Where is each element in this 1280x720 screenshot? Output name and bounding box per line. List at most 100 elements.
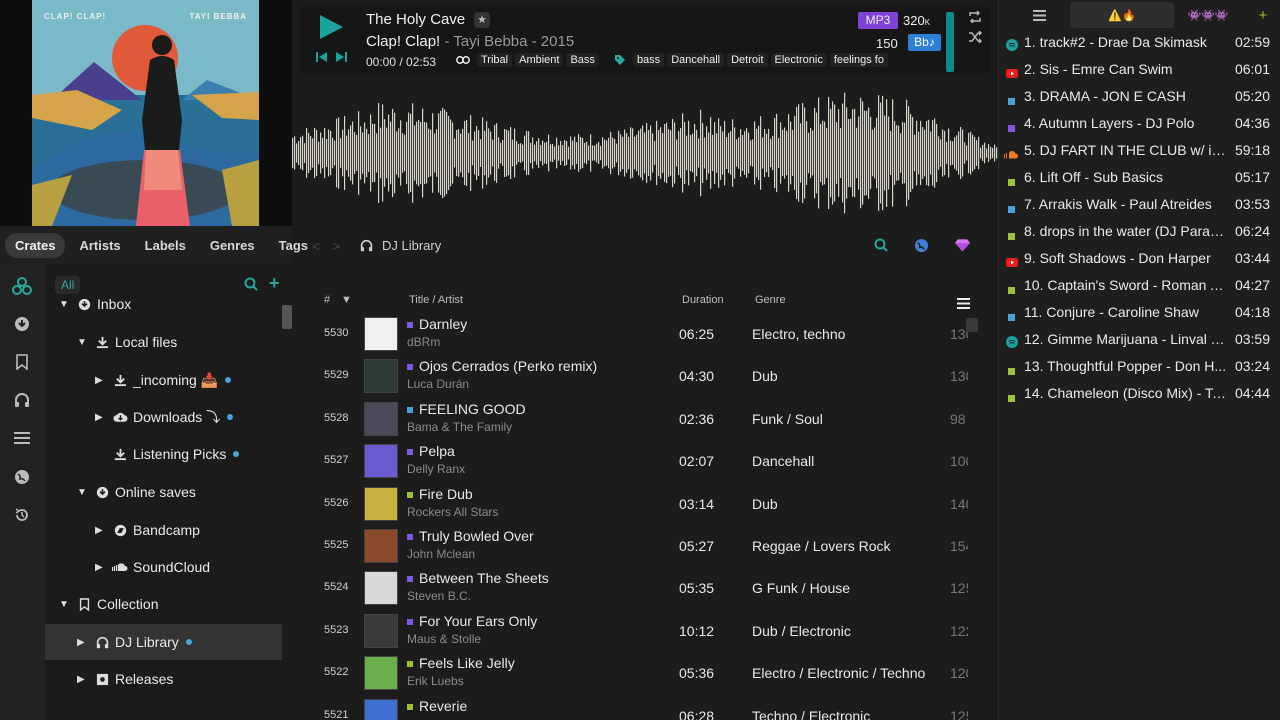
crates-icon[interactable]: [12, 276, 32, 296]
table-row[interactable]: 5527 Pelpa Delly Ranx 02:07 Dancehall 100: [292, 440, 978, 482]
table-row[interactable]: 5522 Feels Like Jelly Erik Luebs 05:36 Elect…: [292, 652, 978, 694]
queue-item[interactable]: 4. Autumn Layers - DJ Polo 04:36: [999, 110, 1280, 137]
caret-right-icon[interactable]: ▶: [95, 525, 105, 536]
queue-tab-aliens[interactable]: 👾👾👾: [1177, 2, 1239, 28]
inbox-rail-icon[interactable]: [12, 314, 32, 334]
queue-item[interactable]: 7. Arrakis Walk - Paul Atreides 03:53: [999, 191, 1280, 218]
library-scrollbar[interactable]: [966, 318, 978, 332]
table-row[interactable]: 5526 Fire Dub Rockers All Stars 03:14 Dub 140: [292, 483, 978, 525]
col-genre[interactable]: Genre: [755, 294, 786, 306]
add-queue-tab-button[interactable]: +: [1251, 2, 1275, 28]
tree-item-label: SoundCloud: [133, 559, 211, 575]
tree-item[interactable]: ▼ Inbox: [45, 286, 282, 322]
tree-item[interactable]: ▼ Collection: [45, 586, 282, 622]
history-rail-icon[interactable]: [12, 505, 32, 525]
queue-item[interactable]: 2. Sis - Emre Can Swim 06:01: [999, 56, 1280, 83]
tree-item[interactable]: ▼ Online saves: [45, 474, 282, 510]
table-row[interactable]: 5524 Between The Sheets Steven B.C. 05:35 G …: [292, 567, 978, 609]
tree-item[interactable]: Listening Picks: [45, 436, 282, 472]
shuffle-icon[interactable]: [968, 30, 982, 46]
track-number: 5529: [324, 369, 349, 382]
caret-right-icon[interactable]: ▶: [95, 562, 105, 573]
queue-item[interactable]: 1. track#2 - Drae Da Skimask 02:59: [999, 29, 1280, 56]
table-row[interactable]: 5523 For Your Ears Only Maus & Stolle 10:12…: [292, 610, 978, 652]
star-icon[interactable]: ★: [474, 12, 490, 28]
col-num[interactable]: #: [324, 294, 330, 306]
caret-right-icon[interactable]: ▶: [77, 637, 87, 648]
queue-tab-fire[interactable]: ⚠️🔥: [1070, 2, 1174, 28]
waveform-bar: [630, 127, 632, 179]
globe-rail-icon[interactable]: [12, 467, 32, 487]
genre-tag[interactable]: Tribal: [477, 53, 513, 67]
queue-item[interactable]: 9. Soft Shadows - Don Harper 03:44: [999, 245, 1280, 272]
queue-item[interactable]: 10. Captain's Sword - Roman A... 04:27: [999, 272, 1280, 299]
caret-right-icon[interactable]: ▶: [95, 375, 105, 386]
tab-crates[interactable]: Crates: [5, 232, 66, 258]
queue-item[interactable]: 11. Conjure - Caroline Shaw 04:18: [999, 299, 1280, 326]
user-tag[interactable]: feelings fo: [829, 53, 888, 67]
back-icon[interactable]: <: [312, 238, 320, 254]
user-tag[interactable]: Detroit: [727, 53, 768, 67]
genre-tag[interactable]: Bass: [566, 53, 599, 67]
caret-down-icon[interactable]: ▼: [77, 337, 87, 348]
volume-slider[interactable]: [946, 12, 954, 72]
queue-item[interactable]: 13. Thoughtful Popper - Don H... 03:24: [999, 353, 1280, 380]
queue-item[interactable]: 5. DJ FART IN THE CLUB w/ ibu... 59:18: [999, 137, 1280, 164]
forward-icon[interactable]: >: [332, 238, 340, 254]
table-row[interactable]: 5525 Truly Bowled Over John Mclean 05:27 Reg…: [292, 525, 978, 567]
queue-item[interactable]: 14. Chameleon (Disco Mix) - Ta... 04:44: [999, 380, 1280, 407]
tree-item[interactable]: ▶ Bandcamp: [45, 512, 282, 548]
globe-icon[interactable]: [914, 238, 929, 256]
tree-item[interactable]: ▶ Downloads ⤵: [45, 399, 282, 435]
caret-down-icon[interactable]: ▼: [77, 487, 87, 498]
queue-list-tab[interactable]: [1009, 2, 1069, 28]
table-row[interactable]: 5529 Ojos Cerrados (Perko remix) Luca Durá…: [292, 355, 978, 397]
library-search-icon[interactable]: [874, 238, 888, 255]
table-row[interactable]: 5528 FEELING GOOD Bama & The Family 02:36 Fu…: [292, 398, 978, 440]
caret-down-icon[interactable]: ▼: [59, 599, 69, 610]
list-rail-icon[interactable]: [12, 428, 32, 448]
column-menu-icon[interactable]: [957, 296, 970, 312]
queue-item[interactable]: 12. Gimme Marijuana - Linval T... 03:59: [999, 326, 1280, 353]
waveform-bar: [800, 123, 802, 183]
track-number: 5527: [324, 454, 349, 467]
duration-cell: 02:07: [679, 453, 715, 470]
waveform-bar: [938, 136, 940, 170]
waveform[interactable]: [292, 80, 998, 226]
tree-item[interactable]: ▶ SoundCloud: [45, 549, 282, 585]
repeat-icon[interactable]: [968, 10, 982, 26]
queue-item[interactable]: 6. Lift Off - Sub Basics 05:17: [999, 164, 1280, 191]
user-tag[interactable]: Electronic: [770, 53, 827, 67]
headphones-rail-icon[interactable]: [12, 390, 32, 410]
tree-item-label: Online saves: [115, 484, 196, 500]
waveform-bar: [436, 129, 438, 177]
queue-item[interactable]: 8. drops in the water (DJ Paradi... 06:24: [999, 218, 1280, 245]
col-duration[interactable]: Duration: [682, 294, 724, 306]
user-tag[interactable]: bass: [632, 53, 665, 67]
caret-right-icon[interactable]: ▶: [77, 674, 87, 685]
tab-artists[interactable]: Artists: [69, 233, 130, 258]
user-tag[interactable]: Dancehall: [667, 53, 725, 67]
sort-desc-icon[interactable]: ▼: [341, 294, 352, 306]
tree-item[interactable]: ▶ Releases: [45, 661, 282, 697]
tree-item[interactable]: ▶ DJ Library: [45, 624, 282, 660]
bookmark-rail-icon[interactable]: [12, 352, 32, 372]
queue-item[interactable]: 3. DRAMA - JON E CASH 05:20: [999, 83, 1280, 110]
genre-tag[interactable]: Ambient: [515, 53, 564, 67]
caret-right-icon[interactable]: ▶: [95, 412, 105, 423]
tree-item[interactable]: ▼ Local files: [45, 324, 282, 360]
table-row[interactable]: 5530DarnleydBRm06:25Electro, techno130: [292, 313, 978, 355]
gem-icon[interactable]: [955, 238, 970, 255]
waveform-bar: [618, 130, 620, 176]
tree-scrollbar[interactable]: [282, 305, 292, 329]
play-button[interactable]: [318, 14, 344, 43]
previous-track-icon[interactable]: [316, 50, 328, 66]
next-track-icon[interactable]: [335, 50, 347, 66]
caret-down-icon[interactable]: ▼: [59, 299, 69, 310]
tab-genres[interactable]: Genres: [200, 233, 265, 258]
col-title[interactable]: Title / Artist: [409, 294, 463, 306]
tab-labels[interactable]: Labels: [135, 233, 196, 258]
album-cover[interactable]: CLAP! CLAP! TAYI BEBBA: [32, 0, 259, 226]
tree-item[interactable]: ▶ _incoming 📥: [45, 362, 282, 398]
table-row[interactable]: 5521 Reverie 06:28 Techno / Electronic 125: [292, 695, 978, 720]
